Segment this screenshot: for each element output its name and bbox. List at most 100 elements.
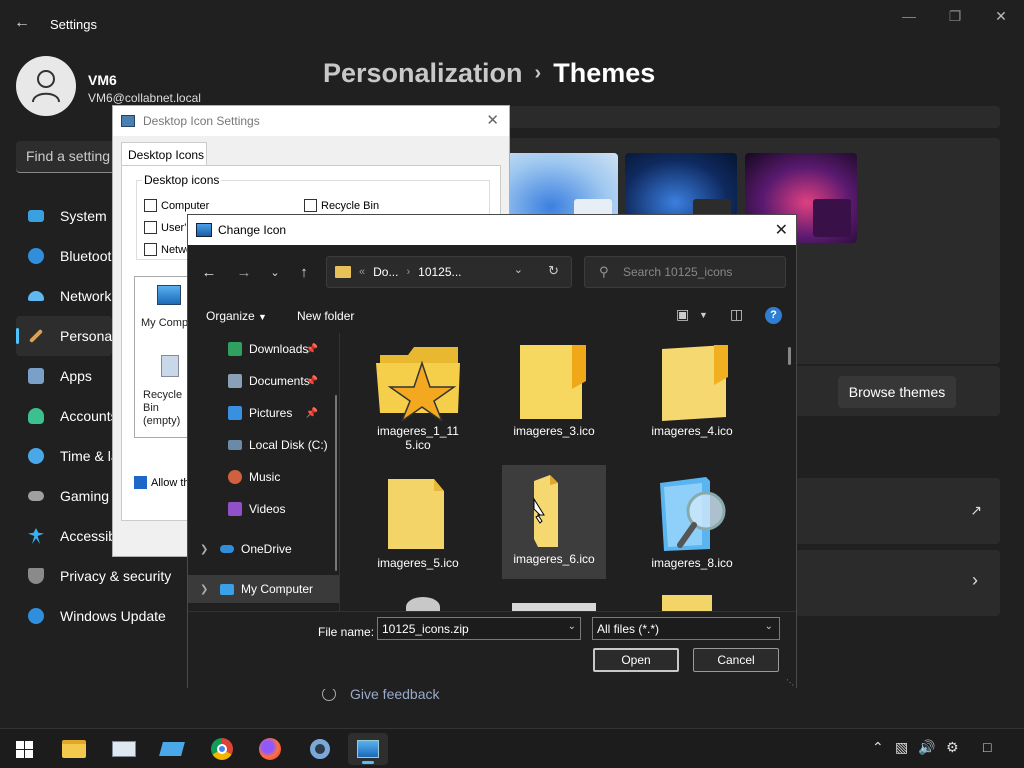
network-icon[interactable]: ▧ [895, 739, 908, 756]
refresh-icon[interactable]: ↻ [548, 263, 559, 279]
monitor-icon [28, 210, 44, 222]
organize-button[interactable]: Organize ▼ [206, 309, 267, 323]
start-icon[interactable] [4, 733, 44, 765]
gear-icon[interactable]: ⚙ [946, 739, 959, 756]
tree-item-my-computer[interactable]: ❯ My Computer [188, 575, 339, 603]
tree-item-pictures[interactable]: Pictures 📌 [188, 399, 339, 427]
group-label: Desktop icons [142, 173, 222, 187]
tree-item-documents[interactable]: Documents 📌 [188, 367, 339, 395]
file-list-scrollbar[interactable] [788, 347, 791, 365]
open-button[interactable]: Open [593, 648, 679, 672]
checkbox-computer[interactable]: Computer [144, 199, 209, 212]
checkbox-recycle-bin[interactable]: Recycle Bin [304, 199, 379, 212]
chevron-up-icon[interactable]: ⌃ [872, 739, 884, 756]
preview-pane-icon[interactable]: ◫ [730, 306, 743, 323]
file-type-select[interactable]: All files (*.*) ⌄ [592, 617, 780, 640]
chevron-down-icon[interactable]: ⌄ [765, 621, 773, 632]
forward-arrow-icon[interactable]: → [232, 261, 256, 285]
pin-icon[interactable]: 📌 [306, 376, 318, 387]
desktop-icon-list[interactable]: My Computer Recycle Bin (empty) [134, 276, 190, 438]
tree-item-videos[interactable]: Videos [188, 495, 339, 523]
recent-locations-chevron-icon[interactable]: ⌄ [263, 261, 287, 285]
tree-item-music[interactable]: Music [188, 463, 339, 491]
tree-item-downloads[interactable]: Downloads 📌 [188, 335, 339, 363]
pin-icon[interactable]: 📌 [306, 408, 318, 419]
avatar[interactable] [16, 56, 76, 116]
update-icon [28, 608, 44, 624]
chevron-right-icon[interactable]: ❯ [200, 544, 208, 555]
volume-icon[interactable]: 🔊 [918, 739, 935, 756]
checkbox-box[interactable] [144, 199, 157, 212]
search-input[interactable]: ⚲ Search 10125_icons [584, 256, 786, 288]
help-button[interactable]: ? [765, 307, 782, 324]
cancel-button[interactable]: Cancel [693, 648, 779, 672]
partial-folder-icon [662, 595, 712, 611]
address-dropdown-icon[interactable]: ⌄ [514, 263, 523, 276]
file-item[interactable]: imageres_3.ico [502, 337, 606, 451]
sidebar-item-privacy[interactable]: Privacy & security [16, 556, 216, 596]
sidebar-item-bluetooth[interactable]: Bluetooth & devices [16, 236, 112, 276]
resource-monitor-icon[interactable] [104, 733, 144, 765]
sidebar-item-apps[interactable]: Apps [16, 356, 112, 396]
sidebar-item-time-language[interactable]: Time & language [16, 436, 112, 476]
new-folder-button[interactable]: New folder [297, 309, 354, 323]
sidebar-item-system[interactable]: System [16, 196, 112, 236]
firefox-icon[interactable] [250, 733, 290, 765]
file-item[interactable]: imageres_1_115.ico [366, 337, 470, 452]
view-icon[interactable]: ▣ [676, 306, 689, 323]
settings-icon[interactable] [300, 733, 340, 765]
chevron-down-icon[interactable]: ▼ [699, 310, 708, 320]
desktop-icon-settings-icon[interactable] [348, 733, 388, 765]
file-item[interactable]: imageres_4.ico [640, 337, 744, 451]
maximize-button[interactable]: ❐ [932, 8, 978, 26]
search-folder-icon [660, 477, 726, 551]
tree-item-local-disk[interactable]: Local Disk (C:) [188, 431, 339, 459]
file-explorer-icon[interactable] [54, 733, 94, 765]
tree-scrollbar[interactable] [335, 395, 337, 571]
chevron-right-icon: › [972, 570, 978, 590]
settings-search-input[interactable]: Find a setting [16, 141, 116, 173]
sidebar-item-windows-update[interactable]: Windows Update [16, 596, 216, 636]
up-arrow-icon[interactable]: ↑ [292, 261, 316, 285]
back-arrow-icon[interactable]: ← [14, 14, 34, 34]
chrome-icon[interactable] [202, 733, 242, 765]
close-button[interactable]: ✕ [978, 8, 1024, 26]
chevron-right-icon[interactable]: ❯ [200, 584, 208, 595]
folder-icon [388, 479, 444, 549]
tab-desktop-icons[interactable]: Desktop Icons [121, 142, 207, 166]
close-icon[interactable]: ✕ [486, 111, 499, 129]
folder-side-icon [533, 475, 558, 547]
dialog-footer: File name: 10125_icons.zip ⌄ All files (*… [188, 611, 796, 689]
address-segment[interactable]: Do... [373, 265, 398, 279]
browse-themes-button[interactable]: Browse themes [838, 376, 956, 408]
close-icon[interactable]: ✕ [775, 220, 788, 240]
minimize-button[interactable]: — [886, 8, 932, 26]
remote-desktop-icon[interactable] [152, 733, 192, 765]
checkbox-box[interactable] [134, 476, 147, 489]
sidebar-item-accessibility[interactable]: Accessibility [16, 516, 112, 556]
profile-email: VM6@collabnet.local [88, 91, 201, 105]
file-item[interactable]: imageres_5.ico [366, 469, 470, 583]
file-item-selected[interactable]: imageres_6.ico [502, 465, 606, 579]
file-name-input[interactable]: 10125_icons.zip ⌄ [377, 617, 581, 640]
checkbox-box[interactable] [144, 221, 157, 234]
resize-grip-icon[interactable]: ⋱ [786, 678, 794, 687]
tree-item-onedrive[interactable]: ❯ OneDrive [188, 535, 339, 563]
breadcrumb-parent[interactable]: Personalization [323, 58, 523, 88]
toolbar: Organize ▼ New folder ▣ ▼ ◫ ? [188, 301, 796, 331]
address-segment[interactable]: 10125... [418, 265, 461, 279]
notification-icon[interactable]: □ [983, 739, 991, 755]
sidebar-item-personalization[interactable]: Personalization [16, 316, 112, 356]
checkbox-box[interactable] [144, 243, 157, 256]
back-arrow-icon[interactable]: ← [197, 261, 221, 285]
sidebar-item-accounts[interactable]: Accounts [16, 396, 112, 436]
address-bar[interactable]: « Do... › 10125... ⌄ ↻ [326, 256, 572, 288]
file-item[interactable]: imageres_8.ico [640, 469, 744, 583]
sidebar-item-gaming[interactable]: Gaming [16, 476, 112, 516]
pin-icon[interactable]: 📌 [306, 344, 318, 355]
chevron-down-icon[interactable]: ⌄ [568, 621, 576, 632]
checkbox-box[interactable] [304, 199, 317, 212]
app-title: Settings [50, 17, 97, 32]
sidebar-item-network[interactable]: Network & internet [16, 276, 112, 316]
file-list: imageres_1_115.ico imageres_3.ico imager… [348, 333, 796, 611]
